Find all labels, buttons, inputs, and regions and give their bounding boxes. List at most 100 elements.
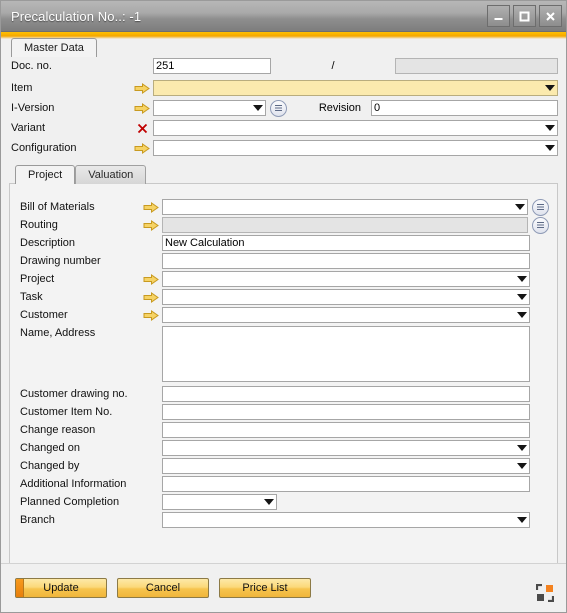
input-routing[interactable] [162,217,528,233]
label-changed-on: Changed on [20,442,80,454]
label-revision: Revision [318,102,361,114]
input-item[interactable] [153,80,558,96]
label-customer-item-no: Customer Item No. [20,406,113,418]
input-customer[interactable] [162,307,530,323]
label-doc-no: Doc. no. [11,60,52,72]
tab-valuation[interactable]: Valuation [75,165,147,184]
chevron-down-icon[interactable] [545,125,555,131]
label-additional-information: Additional Information [20,478,127,490]
tab-master-data[interactable]: Master Data [11,38,97,57]
label-configuration: Configuration [11,142,77,154]
label-task: Task [20,291,43,303]
label-planned-completion: Planned Completion [20,496,120,508]
link-arrow-icon [143,219,159,231]
doc-no-separator: / [331,60,335,72]
chevron-down-icon[interactable] [515,204,525,210]
label-branch: Branch [20,514,55,526]
price-list-button-label: Price List [242,582,288,594]
chevron-down-icon[interactable] [517,445,527,451]
maximize-icon [519,11,530,21]
input-description[interactable]: New Calculation [162,235,530,251]
cancel-button-label: Cancel [145,582,181,594]
chevron-down-icon[interactable] [517,463,527,469]
row-planned-completion: Planned Completion [18,494,549,510]
chevron-down-icon[interactable] [545,145,555,151]
input-project[interactable] [162,271,530,287]
maximize-button[interactable] [513,5,536,27]
update-button[interactable]: Update [15,578,107,598]
minimize-icon [494,17,503,20]
input-branch[interactable] [162,512,530,528]
project-valuation-tabstrip: Project Valuation [9,164,558,184]
chevron-down-icon[interactable] [264,499,274,505]
routing-list-button[interactable] [532,216,549,234]
label-item: Item [11,82,33,94]
price-list-button[interactable]: Price List [219,578,311,598]
row-doc-no: Doc. no. 251 / [9,57,558,75]
label-project: Project [20,273,55,285]
input-bill-of-materials[interactable] [162,199,528,215]
input-i-version[interactable] [153,100,266,116]
window-controls [487,5,562,27]
input-revision-value: 0 [374,102,381,114]
label-customer: Customer [20,309,68,321]
input-task[interactable] [162,289,530,305]
item-link-slot[interactable] [131,82,153,94]
input-variant[interactable] [153,120,558,136]
input-drawing-number[interactable] [162,253,530,269]
input-additional-information[interactable] [162,476,530,492]
task-link-slot[interactable] [140,291,162,303]
red-x-icon [137,123,147,133]
input-doc-no[interactable]: 251 [153,58,271,74]
routing-link-slot[interactable] [140,219,162,231]
row-task: Task [18,289,549,305]
form-body: Doc. no. 251 / Item I-Version Revision 0… [1,57,566,563]
project-link-slot[interactable] [140,273,162,285]
cancel-button[interactable]: Cancel [117,578,209,598]
input-name-address[interactable] [162,326,530,382]
row-customer: Customer [18,307,549,323]
configuration-link-slot[interactable] [131,142,153,154]
chevron-down-icon[interactable] [253,105,263,111]
link-arrow-icon [143,309,159,321]
bom-list-button[interactable] [532,198,549,216]
input-revision[interactable]: 0 [371,100,558,116]
label-changed-by: Changed by [20,460,80,472]
chevron-down-icon[interactable] [517,517,527,523]
resize-grip-icon[interactable] [536,584,554,602]
chevron-down-icon[interactable] [545,85,555,91]
close-button[interactable] [539,5,562,27]
chevron-down-icon[interactable] [517,294,527,300]
input-changed-on[interactable] [162,440,530,456]
chevron-down-icon[interactable] [517,312,527,318]
input-customer-drawing-no[interactable] [162,386,530,402]
input-planned-completion[interactable] [162,494,277,510]
i-version-link-slot[interactable] [131,102,153,114]
row-change-reason: Change reason [18,422,549,438]
input-doc-no-secondary[interactable] [395,58,558,74]
input-configuration[interactable] [153,140,558,156]
minimize-button[interactable] [487,5,510,27]
tab-project[interactable]: Project [15,165,76,184]
chevron-down-icon[interactable] [517,276,527,282]
i-version-list-button[interactable] [270,99,287,117]
link-arrow-icon [134,142,150,154]
precalculation-window: Precalculation No..: -1 Master Data Doc.… [0,0,567,613]
input-change-reason[interactable] [162,422,530,438]
list-lines-icon [275,105,282,111]
link-arrow-icon [143,291,159,303]
row-routing: Routing [18,216,549,234]
link-arrow-icon [134,82,150,94]
link-arrow-icon [134,102,150,114]
row-i-version: I-Version Revision 0 [9,99,558,117]
label-name-address: Name, Address [20,327,96,339]
input-changed-by[interactable] [162,458,530,474]
row-item: Item [9,79,558,97]
row-additional-information: Additional Information [18,476,549,492]
bom-link-slot[interactable] [140,201,162,213]
input-customer-item-no[interactable] [162,404,530,420]
close-icon [546,11,555,21]
customer-link-slot[interactable] [140,309,162,321]
link-arrow-icon [143,273,159,285]
window-title: Precalculation No..: -1 [11,8,142,24]
